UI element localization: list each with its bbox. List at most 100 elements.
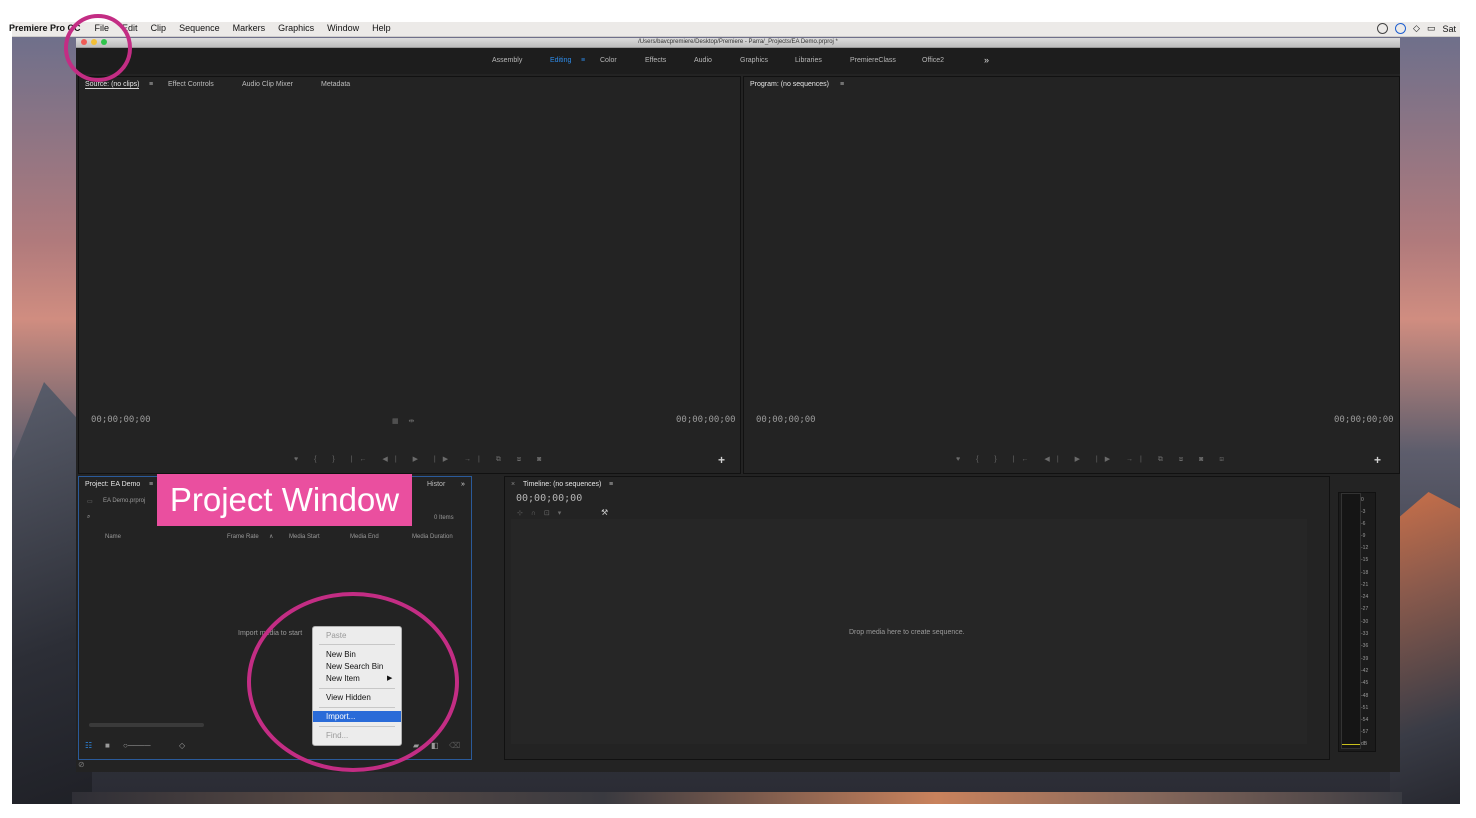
column-media-duration[interactable]: Media Duration <box>412 534 453 540</box>
audio-meter: 0 -3 -6 -9 -12 -15 -18 -21 -24 -27 -30 -… <box>1338 492 1376 752</box>
wifi-icon[interactable]: ◇ <box>1413 23 1420 34</box>
source-add-button[interactable]: + <box>718 453 725 467</box>
meter-scale-label: -54 <box>1361 717 1369 723</box>
icon-view-icon[interactable]: ■ <box>105 741 110 750</box>
zoom-slider[interactable]: ○──── <box>123 741 151 750</box>
airplay-icon[interactable]: ▭ <box>1427 23 1436 34</box>
new-item-icon[interactable]: ◧ <box>431 741 439 750</box>
wrench-icon[interactable]: ⚒ <box>601 508 608 517</box>
workspace-editing[interactable]: Editing <box>550 57 571 64</box>
source-timecode-out: 00;00;00;00 <box>676 415 736 425</box>
column-frame-rate[interactable]: Frame Rate <box>227 534 259 540</box>
meter-scale-label: -36 <box>1361 643 1369 649</box>
audio-meter-bar <box>1341 493 1361 749</box>
tab-effect-controls[interactable]: Effect Controls <box>168 81 214 88</box>
meter-scale-label: -27 <box>1361 606 1369 612</box>
menu-sequence[interactable]: Sequence <box>179 23 220 33</box>
workspace-menu-icon[interactable]: ≡ <box>581 57 585 64</box>
window-title-path: /Users/bavcpremiere/Desktop/Premiere - P… <box>638 39 838 45</box>
workspace-more-button[interactable]: » <box>984 55 989 65</box>
sync-icon[interactable] <box>1395 23 1407 34</box>
meter-scale-label: -33 <box>1361 631 1369 637</box>
meter-scale-label: -15 <box>1361 557 1369 563</box>
source-timecode-in[interactable]: 00;00;00;00 <box>91 415 151 425</box>
meter-scale-label: -9 <box>1361 533 1366 539</box>
column-name[interactable]: Name <box>105 534 121 540</box>
tab-history[interactable]: Histor <box>427 481 445 488</box>
timeline-panel: × Timeline: (no sequences) ≡ 00;00;00;00… <box>504 476 1330 760</box>
meter-scale-label: -51 <box>1361 705 1369 711</box>
menubar-clock[interactable]: Sat <box>1442 24 1456 34</box>
tab-source[interactable]: Source: (no clips) <box>85 81 140 89</box>
wallpaper-mountain-bottom <box>72 792 1402 804</box>
mac-menubar: Premiere Pro CC File Edit Clip Sequence … <box>9 22 1460 37</box>
workspace-audio[interactable]: Audio <box>694 57 712 64</box>
program-tab-menu-icon[interactable]: ≡ <box>840 81 844 88</box>
search-icon[interactable]: ⌕ <box>87 514 90 521</box>
meter-scale-label: -45 <box>1361 680 1369 686</box>
meter-scale-label: -30 <box>1361 619 1369 625</box>
timeline-drop-hint: Drop media here to create sequence. <box>849 629 965 636</box>
program-add-button[interactable]: + <box>1374 453 1381 467</box>
menu-clip[interactable]: Clip <box>151 23 167 33</box>
project-horizontal-scrollbar[interactable] <box>89 723 204 727</box>
trash-icon[interactable]: ⌫ <box>449 741 460 750</box>
tab-menu-icon[interactable]: ≡ <box>149 81 153 88</box>
meter-scale-label: 0 <box>1361 497 1364 503</box>
audio-meter-level <box>1342 744 1360 745</box>
meter-scale-label: -48 <box>1361 693 1369 699</box>
column-media-end[interactable]: Media End <box>350 534 379 540</box>
source-zoom-icon[interactable]: ▦ ⇹ <box>392 417 418 425</box>
meter-scale-label: -18 <box>1361 570 1369 576</box>
source-monitor-panel: Source: (no clips) ≡ Effect Controls Aud… <box>78 76 741 474</box>
window-titlebar: /Users/bavcpremiere/Desktop/Premiere - P… <box>76 38 1400 48</box>
tab-audio-clip-mixer[interactable]: Audio Clip Mixer <box>242 81 293 88</box>
workspace-premiereclass[interactable]: PremiereClass <box>850 57 896 64</box>
workspace-graphics[interactable]: Graphics <box>740 57 768 64</box>
timeline-tab-menu-icon[interactable]: ≡ <box>609 481 613 488</box>
timeline-timecode[interactable]: 00;00;00;00 <box>516 493 582 504</box>
workspace-effects[interactable]: Effects <box>645 57 666 64</box>
meter-scale-label: -42 <box>1361 668 1369 674</box>
workspace-office2[interactable]: Office2 <box>922 57 944 64</box>
tab-program[interactable]: Program: (no sequences) <box>750 81 829 88</box>
list-view-icon[interactable]: ☷ <box>85 741 92 750</box>
program-timecode-in[interactable]: 00;00;00;00 <box>756 415 816 425</box>
program-monitor-panel: Program: (no sequences) ≡ 00;00;00;00 00… <box>743 76 1400 474</box>
workspace-color[interactable]: Color <box>600 57 617 64</box>
project-file-name: EA Demo.prproj <box>103 498 146 504</box>
menu-markers[interactable]: Markers <box>233 23 266 33</box>
tab-project[interactable]: Project: EA Demo <box>85 481 140 488</box>
status-link-icon[interactable]: ⊘ <box>78 760 85 769</box>
annotation-circle-file-menu <box>64 14 132 82</box>
tab-metadata[interactable]: Metadata <box>321 81 350 88</box>
menu-graphics[interactable]: Graphics <box>278 23 314 33</box>
column-media-start[interactable]: Media Start <box>289 534 320 540</box>
sort-icon[interactable]: ◇ <box>179 741 185 750</box>
program-transport-controls[interactable]: ♥ { } |← ◀| ▶ |▶ →| ⧉ ⧈ ◙ ⧆ <box>956 455 1231 464</box>
tab-timeline[interactable]: Timeline: (no sequences) <box>523 481 601 488</box>
meter-scale-label: -21 <box>1361 582 1369 588</box>
meter-scale-label: -57 <box>1361 729 1369 735</box>
project-more-tabs-icon[interactable]: » <box>461 481 465 488</box>
project-tab-menu-icon[interactable]: ≡ <box>149 481 153 488</box>
workspace-libraries[interactable]: Libraries <box>795 57 822 64</box>
program-timecode-out: 00;00;00;00 <box>1334 415 1394 425</box>
menu-window[interactable]: Window <box>327 23 359 33</box>
wallpaper-mountain-right <box>1390 492 1460 804</box>
creative-cloud-icon[interactable] <box>1377 23 1389 34</box>
meter-scale-label: -24 <box>1361 594 1369 600</box>
sort-ascending-icon: ∧ <box>269 534 274 540</box>
workspace-bar: Assembly Editing ≡ Color Effects Audio G… <box>76 48 1400 74</box>
menu-help[interactable]: Help <box>372 23 391 33</box>
menubar-status-area: ◇ ▭ Sat <box>1377 23 1456 34</box>
timeline-close-icon[interactable]: × <box>511 481 515 488</box>
timeline-tool-icons[interactable]: ⊹∩⊡▾ <box>517 509 569 517</box>
meter-scale-label: dB <box>1361 741 1368 747</box>
meter-scale-label: -39 <box>1361 656 1369 662</box>
meter-scale-label: -3 <box>1361 509 1366 515</box>
workspace-assembly[interactable]: Assembly <box>492 57 522 64</box>
source-transport-controls[interactable]: ♥ { } |← ◀| ▶ |▶ →| ⧉ ⧈ ◙ <box>294 455 548 464</box>
annotation-circle-context-menu <box>247 592 459 772</box>
project-item-count: 0 Items <box>434 515 454 521</box>
